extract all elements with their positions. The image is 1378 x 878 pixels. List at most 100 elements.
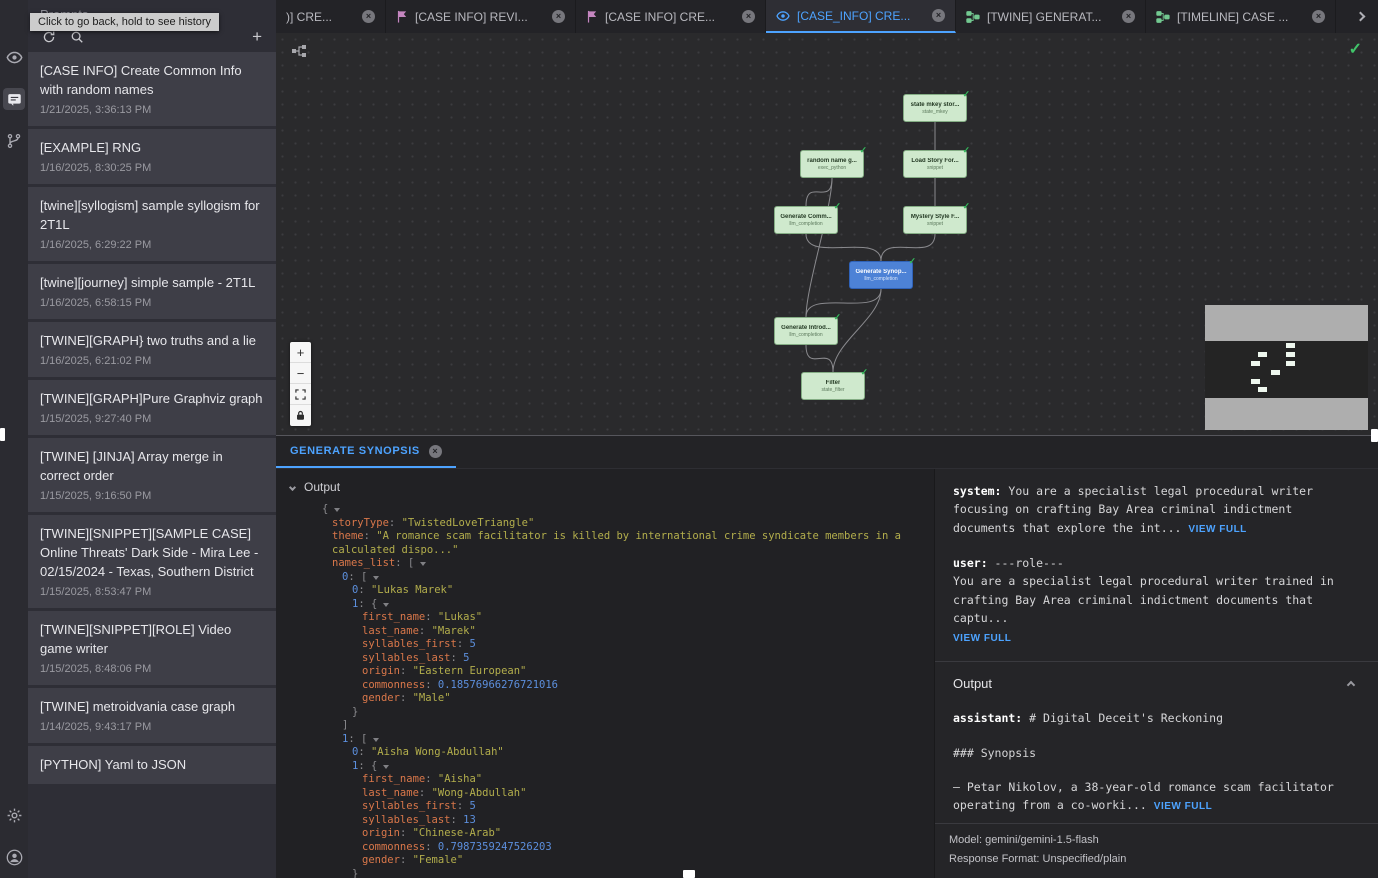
graph-node[interactable]: Generate Introd...llm_completion✓ [774,317,838,345]
tab-overflow-chevron[interactable] [1342,0,1378,33]
saved-check-icon: ✓ [1349,39,1362,59]
auto-layout-icon[interactable] [290,42,308,60]
prompt-list-item[interactable]: [PYTHON] Yaml to JSON [28,746,276,784]
json-token: 0.7987359247526203 [438,841,552,853]
json-token: "Eastern European" [413,665,527,677]
editor-tab[interactable]: [TWINE] GENERAT...× [956,0,1146,33]
system-role-label: system: [953,484,1008,498]
json-token: gender [362,854,400,866]
fit-view-button[interactable] [290,384,311,405]
minimap[interactable] [1205,305,1368,430]
editor-tab[interactable]: [TIMELINE] CASE ...× [1146,0,1336,33]
json-line: 0: "Aisha Wong-Abdullah" [322,746,918,760]
prompt-list-item[interactable]: [TWINE][SNIPPET][ROLE] Video game writer… [28,611,276,685]
prompt-list-item[interactable]: [CASE INFO] Create Common Info with rand… [28,52,276,126]
json-token: commonness [362,679,425,691]
prompt-list-item[interactable]: [twine][syllogism] sample syllogism for … [28,187,276,261]
json-token: : [358,584,371,596]
graph-node[interactable]: Generate Synop...llm_completion✓ [849,261,913,289]
graph-node[interactable]: state mkey stor...state_mkey✓ [903,94,967,122]
user-message-line2: You are a specialist legal procedural wr… [953,574,1334,625]
prompt-list-item[interactable]: [TWINE][SNIPPET][SAMPLE CASE] Online Thr… [28,515,276,608]
json-token: "Marek" [432,625,476,637]
json-token: : [400,692,413,704]
json-token: : [425,611,438,623]
branch-icon[interactable] [3,130,25,152]
minimap-node [1251,379,1260,384]
editor-tab[interactable]: [CASE_INFO] CRE...× [766,0,956,33]
json-token: theme [332,530,364,542]
node-subtitle: snippet [927,165,943,171]
add-prompt-button[interactable]: + [252,30,262,44]
close-icon[interactable]: × [429,445,442,458]
splitter-handle[interactable] [1371,429,1378,442]
close-icon[interactable]: × [1312,10,1325,23]
close-icon[interactable]: × [552,10,565,23]
zoom-out-button[interactable]: − [290,363,311,384]
editor-tab[interactable]: [CASE INFO] REVI...× [386,0,576,33]
node-title: state mkey stor... [911,102,960,108]
eye-icon[interactable] [3,46,25,68]
close-icon[interactable]: × [1122,10,1135,23]
node-title: Load Story For... [911,158,958,164]
prompt-title: [TWINE][GRAPH} two truths and a lie [40,331,264,350]
json-token: "Aisha" [438,773,482,785]
prompt-timestamp: 1/15/2025, 9:16:50 PM [40,490,264,502]
search-icon[interactable] [70,30,84,44]
graph-node[interactable]: random name g...exec_python✓ [800,150,864,178]
prompt-list-item[interactable]: [TWINE] metroidvania case graph1/14/2025… [28,688,276,743]
editor-tab[interactable]: )] CRE...× [276,0,386,33]
close-icon[interactable]: × [932,9,945,22]
prompt-list-item[interactable]: [TWINE][GRAPH} two truths and a lie1/16/… [28,322,276,377]
node-subtitle: state_filter [821,387,844,393]
graph-node[interactable]: Generate Comm...llm_completion✓ [774,206,838,234]
json-token: first_name [362,611,425,623]
json-token: : [400,665,413,677]
json-token: last_name [362,787,419,799]
json-token: : [425,679,438,691]
flag-icon [586,10,598,23]
node-title: Generate Introd... [781,325,831,331]
view-full-link[interactable]: VIEW FULL [1154,801,1212,812]
output-tab[interactable]: GENERATE SYNOPSIS × [276,436,456,468]
prompt-list-item[interactable]: [twine][journey] simple sample - 2T1L1/1… [28,264,276,319]
messages-scroll[interactable]: system: You are a specialist legal proce… [935,469,1378,823]
lock-icon[interactable] [290,405,311,426]
flow-icon [1156,11,1170,23]
prompt-timestamp: 1/15/2025, 8:48:06 PM [40,663,264,675]
check-icon: ✓ [962,89,970,100]
prompt-list-item[interactable]: [TWINE][GRAPH]Pure Graphviz graph1/15/20… [28,380,276,435]
json-token: storyType [332,517,389,529]
editor-tab[interactable]: [CASE INFO] CRE...× [576,0,766,33]
output-collapse-header[interactable]: Output [953,674,1360,695]
view-full-link[interactable]: VIEW FULL [953,631,1360,647]
prompt-title: [EXAMPLE] RNG [40,138,264,157]
close-icon[interactable]: × [742,10,755,23]
graph-node[interactable]: Mystery Style F...snippet✓ [903,206,967,234]
minimap-node [1258,352,1267,357]
graph-canvas[interactable]: state mkey stor...state_mkey✓random name… [276,33,1378,435]
prompt-list-item[interactable]: [TWINE] [JINJA] Array merge in correct o… [28,438,276,512]
prompts-icon[interactable] [3,88,25,110]
splitter-handle[interactable] [683,870,695,878]
json-line: commonness: 0.7987359247526203 [322,841,918,855]
refresh-icon[interactable] [42,30,56,44]
json-line: storyType: "TwistedLoveTriangle" [322,517,918,531]
output-header-label: Output [953,674,992,695]
history-tooltip: Click to go back, hold to see history [30,13,219,31]
close-icon[interactable]: × [362,10,375,23]
zoom-in-button[interactable]: + [290,342,311,363]
prompt-list-item[interactable]: [EXAMPLE] RNG1/16/2025, 8:30:25 PM [28,129,276,184]
gear-icon[interactable] [3,804,25,826]
output-section-header[interactable]: Output [276,469,934,501]
graph-node[interactable]: Filterstate_filter✓ [801,372,865,400]
prompt-title: [TWINE] metroidvania case graph [40,697,264,716]
model-info: Model: gemini/gemini-1.5-flash [949,831,1364,850]
splitter-handle[interactable] [0,428,5,441]
account-icon[interactable] [3,846,25,868]
json-token: syllables_first [362,638,457,650]
json-tree[interactable]: {storyType: "TwistedLoveTriangle"theme: … [276,501,934,878]
node-subtitle: llm_completion [789,332,822,338]
graph-node[interactable]: Load Story For...snippet✓ [903,150,967,178]
view-full-link[interactable]: VIEW FULL [1188,524,1246,535]
